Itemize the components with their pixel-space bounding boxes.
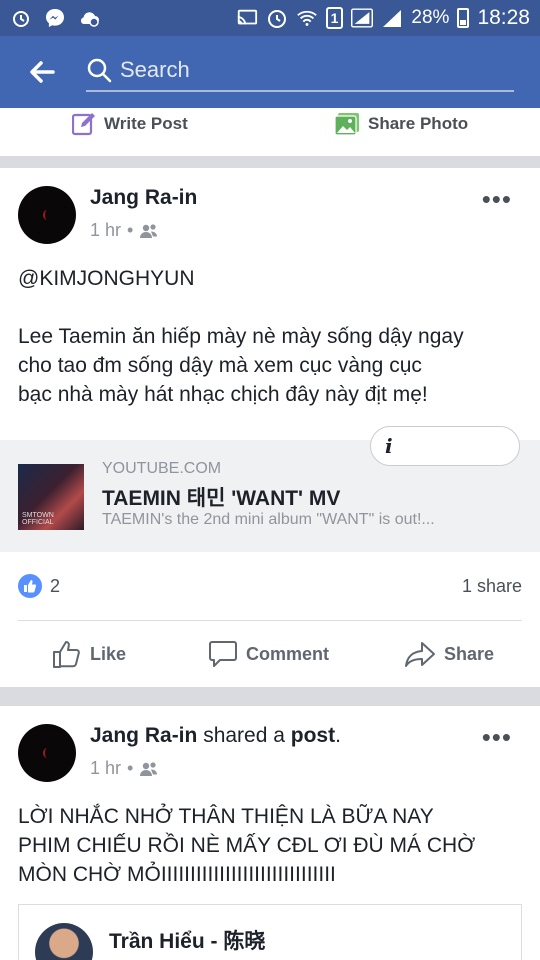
meta-separator: • <box>127 220 134 240</box>
like-count[interactable]: 2 <box>50 576 60 597</box>
battery-percent: 28% <box>411 7 450 28</box>
composer-bar: Write Post Share Photo <box>0 108 540 156</box>
write-post-icon <box>72 113 95 136</box>
post-time[interactable]: 1 hr <box>90 758 121 779</box>
post-line: PHIM CHIẾU RỒI NÈ MẤY CĐL ƠI ĐÙ MÁ CHỜ <box>18 834 476 857</box>
cloud-icon <box>78 7 100 29</box>
signal-icon <box>351 7 374 29</box>
post-author-line: Jang Ra-in shared a post. <box>90 724 341 747</box>
thumbs-up-icon <box>53 641 80 668</box>
like-label: Like <box>90 643 127 664</box>
search-input[interactable] <box>120 57 500 83</box>
post-meta: 1 hr • <box>90 220 159 241</box>
post-meta: 1 hr • <box>90 758 159 779</box>
post-line: bạc nhà mày hát nhạc chịch đây này địt m… <box>18 383 428 406</box>
shared-author-name[interactable]: Trần Hiểu - 陈晓 <box>109 925 265 955</box>
avatar[interactable] <box>18 724 76 782</box>
share-photo-label: Share Photo <box>368 114 469 133</box>
mention-link[interactable]: @KIMJONGHYUN <box>18 264 522 293</box>
post-line: cho tao đm sống dậy mà xem cục vàng cục <box>18 354 422 377</box>
back-button[interactable] <box>22 52 62 92</box>
friends-icon <box>140 223 158 238</box>
write-post-label: Write Post <box>104 114 188 133</box>
share-arrow-icon <box>405 642 435 667</box>
comment-button[interactable]: Comment <box>208 640 329 668</box>
post-line: Lee Taemin ăn hiếp mày nè mày sống dậy n… <box>18 325 464 348</box>
post-line: LỜI NHẮC NHỞ THÂN THIỆN LÀ BỮA NAY <box>18 805 434 828</box>
comment-icon <box>209 641 237 667</box>
link-domain: YOUTUBE.COM <box>102 460 222 477</box>
wifi-icon <box>296 7 318 29</box>
shared-post-box[interactable]: Trần Hiểu - 陈晓 <box>18 904 522 960</box>
link-title: TAEMIN 태민 'WANT' MV <box>102 487 341 510</box>
link-thumbnail: SMTOWN OFFICIAL <box>18 464 84 530</box>
alarm-clock-icon <box>266 7 288 29</box>
shared-author-avatar[interactable] <box>35 923 93 960</box>
post-link[interactable]: post <box>291 724 335 747</box>
share-photo-button[interactable]: Share Photo <box>334 112 468 136</box>
reactions-row: 2 1 share <box>18 574 522 598</box>
post-author[interactable]: Jang Ra-in <box>90 724 197 747</box>
search-icon <box>87 58 112 83</box>
more-options-button[interactable]: ••• <box>482 724 512 750</box>
avatar[interactable] <box>18 186 76 244</box>
meta-separator: • <box>127 758 134 778</box>
messenger-icon <box>44 7 66 29</box>
post-author[interactable]: Jang Ra-in <box>90 186 197 210</box>
signal-icon-2 <box>381 7 403 29</box>
sim-indicator: 1 <box>325 7 344 29</box>
comment-label: Comment <box>246 643 330 664</box>
like-button[interactable]: Like <box>52 639 126 669</box>
info-button[interactable]: i <box>370 426 520 466</box>
link-preview[interactable]: i SMTOWN OFFICIAL YOUTUBE.COM TAEMIN 태민 … <box>0 426 540 552</box>
post-card-1: Jang Ra-in 1 hr • ••• @KIMJONGHYUN Lee T… <box>0 168 540 687</box>
post-text: LỜI NHẮC NHỞ THÂN THIỆN LÀ BỮA NAY PHIM … <box>18 802 522 889</box>
share-button[interactable]: Share <box>404 640 494 668</box>
post-text: @KIMJONGHYUN Lee Taemin ăn hiếp mày nè m… <box>18 264 522 409</box>
clock-time: 18:28 <box>477 6 530 29</box>
friends-icon <box>140 761 158 776</box>
post-actions: Like Comment Share <box>0 621 540 687</box>
more-options-button[interactable]: ••• <box>482 186 512 212</box>
shared-text: shared a <box>203 724 285 747</box>
photo-icon <box>334 113 359 136</box>
link-description: TAEMIN's the 2nd mini album "WANT" is ou… <box>102 511 435 528</box>
cast-icon <box>236 7 258 29</box>
share-label: Share <box>444 643 495 664</box>
share-count[interactable]: 1 share <box>462 576 522 597</box>
like-reaction-icon[interactable] <box>18 574 42 598</box>
post-line: MÒN CHỜ MỎIIIIIIIIIIIIIIIIIIIIIIIIIIIIII <box>18 863 336 886</box>
post-card-2: Jang Ra-in shared a post. 1 hr • ••• LỜI… <box>0 706 540 960</box>
search-header <box>0 36 540 108</box>
battery-icon <box>457 8 470 28</box>
back-arrow-icon <box>30 61 55 83</box>
post-time[interactable]: 1 hr <box>90 220 121 241</box>
alarm-icon <box>10 7 32 29</box>
write-post-button[interactable]: Write Post <box>72 112 188 136</box>
search-bar[interactable] <box>86 50 514 92</box>
status-bar: 1 28% 18:28 <box>0 0 540 36</box>
